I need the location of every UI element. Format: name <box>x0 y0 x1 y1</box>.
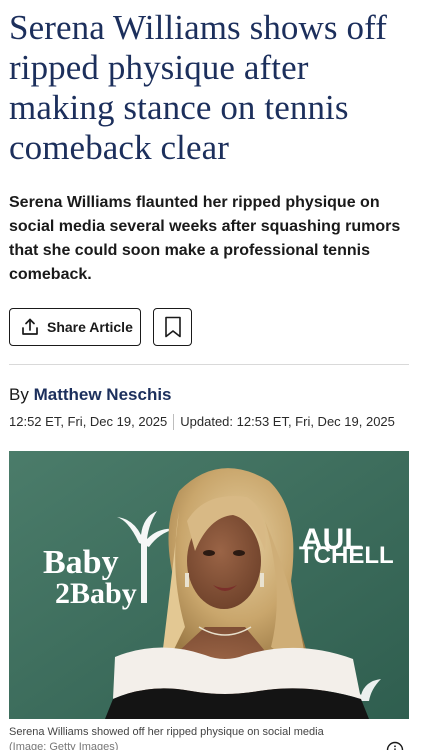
divider <box>9 364 409 365</box>
share-article-button[interactable]: Share Article <box>9 308 141 346</box>
share-article-label: Share Article <box>47 319 133 335</box>
backdrop-text-2baby: 2Baby <box>55 577 137 610</box>
article-dates: 12:52 ET, Fri, Dec 19, 2025 Updated: 12:… <box>9 413 395 431</box>
article-dek: Serena Williams flaunted her ripped phys… <box>9 194 401 283</box>
info-icon[interactable] <box>386 741 404 750</box>
article-headline: Serena Williams shows off ripped physiqu… <box>9 8 387 167</box>
bookmark-icon <box>164 316 182 338</box>
published-time: 12:52 ET, Fri, Dec 19, 2025 <box>9 414 168 429</box>
date-separator <box>173 414 175 430</box>
article-photo[interactable]: Baby 2Baby AUL TCHELL <box>9 451 409 719</box>
backdrop-text-baby: Baby <box>43 544 119 581</box>
share-icon <box>20 317 40 337</box>
byline: By Matthew Neschis <box>9 384 172 406</box>
bookmark-button[interactable] <box>153 308 192 346</box>
photo-caption: Serena Williams showed off her ripped ph… <box>9 725 389 750</box>
caption-text: Serena Williams showed off her ripped ph… <box>9 726 324 738</box>
photo-credit: (Image: Getty Images) <box>9 741 119 750</box>
backdrop-text-tchell: TCHELL <box>299 542 394 569</box>
byline-prefix: By <box>9 385 29 404</box>
author-link[interactable]: Matthew Neschis <box>34 385 172 404</box>
updated-time: Updated: 12:53 ET, Fri, Dec 19, 2025 <box>180 414 395 429</box>
